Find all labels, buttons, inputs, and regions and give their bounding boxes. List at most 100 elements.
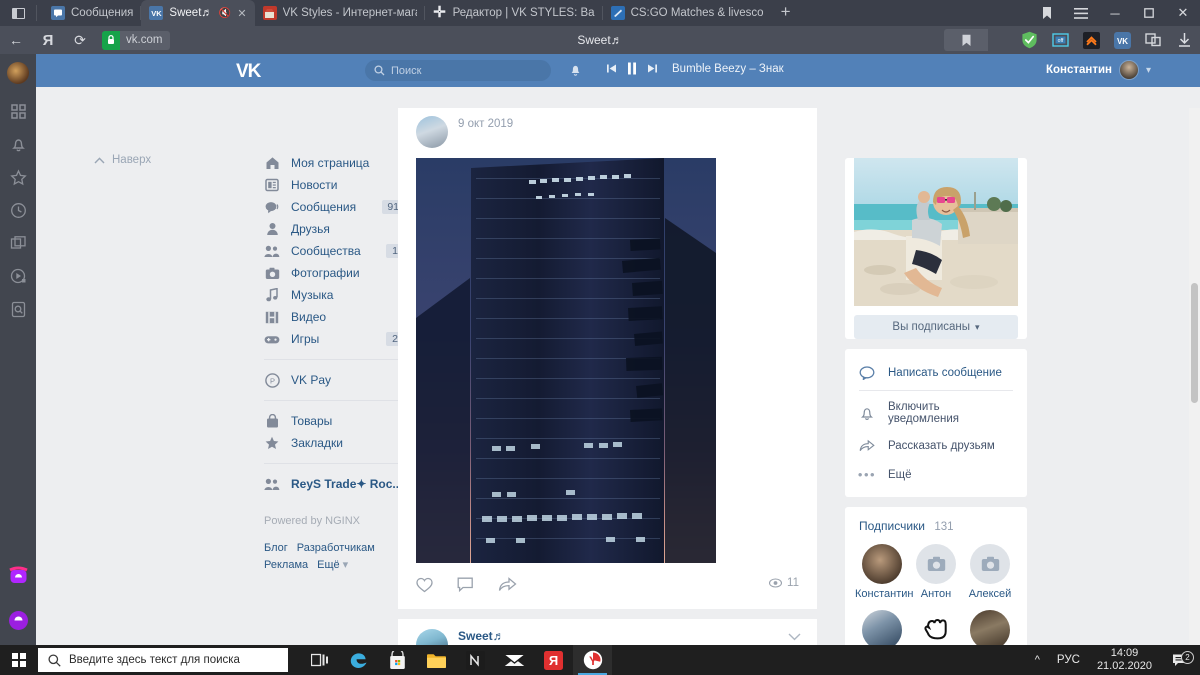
explorer-icon[interactable] <box>417 645 456 675</box>
bookmark-icon[interactable] <box>1030 0 1064 26</box>
mail-icon[interactable] <box>495 645 534 675</box>
adguard-shield-icon[interactable] <box>1014 26 1045 54</box>
enable-notifications-action[interactable]: Включить уведомления <box>845 394 1027 432</box>
notification-center-button[interactable]: 2 <box>1160 650 1200 668</box>
copy-icon[interactable] <box>9 234 28 253</box>
browser-tab-messages[interactable]: Сообщения <box>43 0 142 26</box>
notepad-icon[interactable] <box>456 645 495 675</box>
cloud-purple-icon[interactable] <box>8 610 29 631</box>
next-track-button[interactable] <box>647 63 658 74</box>
footer-link-developers[interactable]: Разработчикам <box>297 542 375 554</box>
page-scrollbar[interactable] <box>1189 108 1200 675</box>
blocker-off-icon[interactable]: off <box>1045 26 1076 54</box>
doc-search-icon[interactable] <box>9 300 28 319</box>
bell-icon[interactable] <box>9 135 28 154</box>
sidebar-item-bookmarks[interactable]: Закладки <box>264 432 404 454</box>
current-track-label[interactable]: Bumble Beezy – Знак <box>672 63 784 75</box>
show-hidden-icons-button[interactable]: ^ <box>1027 654 1048 666</box>
sidebar-item-vkpay[interactable]: P VK Pay <box>264 369 404 391</box>
camera-icon <box>264 265 280 281</box>
close-icon[interactable]: ✕ <box>237 7 246 20</box>
notifications-bell-icon[interactable] <box>569 63 582 77</box>
star-icon[interactable] <box>9 168 28 187</box>
sidebar-item-goods[interactable]: Товары <box>264 410 404 432</box>
browser-tab-editor[interactable]: ✛ Редактор | VK STYLES: Ваш <box>425 0 603 26</box>
url-bar[interactable]: vk.com <box>102 30 171 50</box>
subscribed-button[interactable]: Вы подписаны ▾ <box>854 315 1018 339</box>
download-icon[interactable] <box>1169 26 1200 54</box>
footer-link-blog[interactable]: Блог <box>264 542 288 554</box>
start-button[interactable] <box>0 645 38 675</box>
follower-item[interactable]: Константин <box>855 544 913 600</box>
sidebar-item-games[interactable]: Игры 2 <box>264 328 404 350</box>
play-icon[interactable] <box>9 267 28 286</box>
follower-item[interactable]: Антон <box>909 544 963 600</box>
search-input[interactable]: Введите здесь текст для поиска <box>38 648 288 672</box>
sidebar-toggle-button[interactable] <box>0 0 36 26</box>
browser-tab-csgo[interactable]: CS:GO Matches & livescore <box>603 0 771 26</box>
bookmarks-tab[interactable] <box>944 29 988 51</box>
avatar[interactable] <box>416 116 448 148</box>
sidebar-item-my-page[interactable]: Моя страница <box>264 152 404 174</box>
arrow-up-icon[interactable] <box>1076 26 1107 54</box>
pause-button[interactable] <box>627 62 637 75</box>
maximize-button[interactable] <box>1132 0 1166 26</box>
menu-icon[interactable] <box>1064 0 1098 26</box>
sidebar-item-news[interactable]: Новости <box>264 174 404 196</box>
clock[interactable]: 14:09 21.02.2020 <box>1089 647 1160 673</box>
scroll-to-top-link[interactable]: Наверх <box>94 154 151 166</box>
scrollbar-thumb[interactable] <box>1191 283 1198 403</box>
avatar[interactable] <box>7 62 29 84</box>
yandex-home-button[interactable]: Я <box>32 26 64 54</box>
sidebar-item-groups[interactable]: Сообщества 1 <box>264 240 404 262</box>
taskbar-apps: Я Y <box>300 645 612 675</box>
grid-icon[interactable] <box>9 102 28 121</box>
like-button[interactable] <box>416 577 433 593</box>
task-view-icon[interactable] <box>300 645 339 675</box>
search-input[interactable]: Поиск <box>365 60 551 81</box>
footer-link-more[interactable]: Ещё <box>317 559 340 571</box>
back-button[interactable]: ← <box>0 26 32 54</box>
store-icon[interactable] <box>378 645 417 675</box>
tell-friends-action[interactable]: Рассказать друзьям <box>845 432 1027 460</box>
profile-photo[interactable] <box>854 158 1018 306</box>
chevron-down-icon[interactable] <box>788 633 801 641</box>
vk-icon[interactable]: VK <box>1107 26 1138 54</box>
sidebar-item-messages[interactable]: Сообщения 91 <box>264 196 404 218</box>
powered-by-label: Powered by NGINX <box>264 515 360 527</box>
sidebar-item-photos[interactable]: Фотографии <box>264 262 404 284</box>
tag-icon[interactable] <box>1138 26 1169 54</box>
write-message-action[interactable]: Написать сообщение <box>845 359 1027 387</box>
follower-item[interactable]: Алексей <box>963 544 1017 600</box>
clock-icon[interactable] <box>9 201 28 220</box>
lock-icon <box>102 30 120 50</box>
post-photo[interactable] <box>416 158 716 563</box>
share-button[interactable] <box>498 577 517 593</box>
edge-icon[interactable] <box>339 645 378 675</box>
minimize-button[interactable]: ─ <box>1098 0 1132 26</box>
browser-tab-sweet[interactable]: VK Sweet♬ 🔇 ✕ <box>141 0 255 26</box>
mute-icon[interactable]: 🔇 <box>219 8 231 19</box>
close-button[interactable]: ✕ <box>1166 0 1200 26</box>
prev-track-button[interactable] <box>606 63 617 74</box>
sidebar-item-music[interactable]: Музыка <box>264 284 404 306</box>
browser-tab-vkstyles[interactable]: VK Styles - Интернет-мага <box>255 0 425 26</box>
sidebar-item-video[interactable]: Видео <box>264 306 404 328</box>
footer-link-ads[interactable]: Реклама <box>264 559 308 571</box>
search-placeholder: Введите здесь текст для поиска <box>69 654 240 666</box>
followers-header[interactable]: Подписчики 131 <box>845 507 1027 535</box>
yandex-browser-icon[interactable]: Y <box>573 645 612 675</box>
cloud-pink-icon[interactable] <box>8 565 29 586</box>
more-action[interactable]: ••• Ещё <box>845 460 1027 489</box>
vk-logo[interactable]: VK <box>236 61 261 83</box>
reload-button[interactable]: ⟳ <box>64 26 96 54</box>
yandex-icon[interactable]: Я <box>534 645 573 675</box>
user-menu[interactable]: Константин ▾ <box>1046 60 1151 80</box>
comment-button[interactable] <box>457 577 474 593</box>
language-indicator[interactable]: РУС <box>1048 654 1089 666</box>
new-tab-button[interactable]: + <box>771 0 801 26</box>
sidebar-item-reys-trade[interactable]: ReyS Trade✦ Roc.. <box>264 473 404 495</box>
sidebar-item-friends[interactable]: Друзья <box>264 218 404 240</box>
post-author-name[interactable]: Sweet♬ <box>458 629 513 643</box>
news-icon <box>264 177 280 193</box>
